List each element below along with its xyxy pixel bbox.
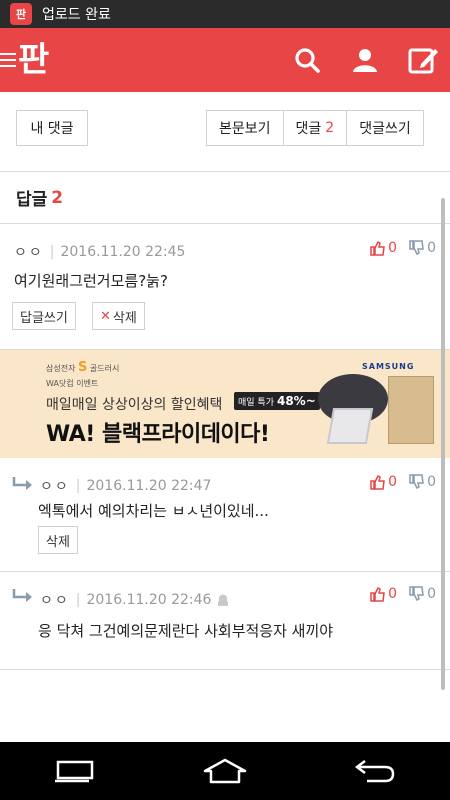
upvote-button[interactable]: 0 — [370, 586, 397, 602]
search-icon[interactable] — [292, 45, 322, 75]
user-icon[interactable] — [350, 45, 380, 75]
meta-separator: | — [75, 592, 81, 608]
view-button-group: 본문보기 댓글 2 댓글쓰기 — [206, 110, 424, 146]
thumbs-down-icon — [409, 586, 424, 602]
ad-discount-value: 48%~ — [276, 394, 316, 408]
upvote-count: 0 — [388, 474, 398, 490]
meta-separator: | — [49, 244, 55, 260]
app-bar: 판 — [0, 28, 450, 92]
reply-item: ㅇㅇ | 2016.11.20 22:47 0 0 엑톡에서 예의차리는 ㅂㅅ년… — [0, 458, 450, 572]
downvote-button[interactable]: 0 — [409, 240, 436, 256]
comment-author: ㅇㅇ — [40, 593, 70, 609]
comment-toolbar: 내 댓글 본문보기 댓글 2 댓글쓰기 — [0, 92, 450, 172]
comment-text: 여기원래그런거모름?눍? — [14, 272, 168, 290]
samsung-logo: SAMSUNG — [362, 362, 415, 371]
comments-count: 2 — [325, 120, 335, 136]
downvote-button[interactable]: 0 — [409, 474, 436, 490]
comments-label: 댓글 — [295, 121, 322, 137]
delete-x-icon: ✕ — [100, 308, 111, 324]
ad-headline: 매일매일 상상이상의 할인혜택 — [46, 397, 223, 413]
ad-product-battery — [388, 376, 434, 444]
comment-meta: ㅇㅇ | 2016.11.20 22:47 — [40, 476, 211, 496]
upvote-button[interactable]: 0 — [370, 474, 397, 490]
comment-timestamp: 2016.11.20 22:47 — [86, 478, 212, 494]
ad-brand-name: 삼성전자 — [46, 364, 76, 373]
thumbs-down-icon — [409, 240, 424, 256]
mobile-device-icon — [218, 594, 229, 606]
ad-brand-suffix: 골드러시 — [89, 364, 120, 373]
replies-heading: 답글 2 — [0, 172, 450, 224]
write-comment-button[interactable]: 댓글쓰기 — [346, 111, 423, 145]
comment-meta: ㅇㅇ | 2016.11.20 22:45 — [14, 242, 185, 262]
reply-button[interactable]: 답글쓰기 — [12, 302, 76, 330]
vote-group: 0 0 — [370, 240, 436, 256]
reply-item: ㅇㅇ | 2016.11.20 22:46 0 0 응 닥쳐 그건예의문제란다 … — [0, 572, 450, 670]
my-comments-button[interactable]: 내 댓글 — [16, 110, 88, 146]
comment-timestamp: 2016.11.20 22:45 — [60, 244, 186, 260]
thumbs-down-icon — [409, 474, 424, 490]
downvote-count: 0 — [427, 474, 436, 490]
delete-label: 삭제 — [112, 310, 137, 326]
app-notification-icon: 판 — [10, 3, 32, 25]
comment-meta: ㅇㅇ | 2016.11.20 22:46 — [40, 590, 229, 610]
comment-item: ㅇㅇ | 2016.11.20 22:45 0 0 여기원래그런거모름?눍? 답… — [0, 224, 450, 350]
scrollbar[interactable] — [441, 198, 445, 690]
comment-timestamp: 2016.11.20 22:46 — [86, 592, 212, 608]
replies-count: 2 — [51, 187, 64, 208]
replies-title: 답글 — [16, 190, 48, 210]
downvote-button[interactable]: 0 — [409, 586, 436, 602]
comment-author: ㅇㅇ — [40, 479, 70, 495]
ad-brand: 삼성전자 S 골드러시 — [46, 360, 119, 375]
recent-apps-icon[interactable] — [45, 751, 105, 791]
notification-text: 업로드 완료 — [42, 7, 111, 23]
upvote-count: 0 — [388, 240, 398, 256]
vote-group: 0 0 — [370, 474, 436, 490]
ad-product-phone — [326, 408, 374, 444]
downvote-count: 0 — [427, 240, 436, 256]
system-nav-bar — [0, 742, 450, 800]
meta-separator: | — [75, 478, 81, 494]
delete-button[interactable]: 삭제 — [38, 526, 78, 554]
ad-event-label: WA닷컴 이벤트 — [46, 379, 99, 388]
ad-title: WA! 블랙프라이데이다! — [46, 422, 270, 447]
vote-group: 0 0 — [370, 586, 436, 602]
home-icon[interactable] — [195, 751, 255, 791]
view-article-button[interactable]: 본문보기 — [207, 111, 283, 145]
delete-button[interactable]: ✕ 삭제 — [92, 302, 145, 330]
comment-text: 응 닥쳐 그건예의문제란다 사회부적응자 새끼야 — [38, 622, 334, 640]
status-bar: 판 업로드 완료 — [0, 0, 450, 28]
ad-banner[interactable]: 삼성전자 S 골드러시 WA닷컴 이벤트 매일매일 상상이상의 할인혜택 WA!… — [0, 350, 450, 458]
upvote-count: 0 — [388, 586, 398, 602]
app-logo[interactable]: 판 — [18, 43, 49, 77]
ad-discount-badge: 매일 특가 48%~ — [234, 392, 320, 410]
menu-icon[interactable] — [0, 53, 16, 67]
thumbs-up-icon — [370, 474, 386, 490]
downvote-count: 0 — [427, 586, 436, 602]
reply-arrow-icon — [12, 477, 32, 490]
upvote-button[interactable]: 0 — [370, 240, 397, 256]
comments-button[interactable]: 댓글 2 — [282, 111, 347, 145]
edit-icon[interactable] — [408, 45, 438, 75]
ad-brand-highlight: S — [78, 360, 88, 375]
thumbs-up-icon — [370, 240, 386, 256]
ad-discount-prefix: 매일 특가 — [238, 397, 274, 408]
back-icon[interactable] — [345, 751, 405, 791]
comment-text: 엑톡에서 예의차리는 ㅂㅅ년이있네... — [38, 502, 269, 520]
reply-arrow-icon — [12, 589, 32, 602]
comment-author: ㅇㅇ — [14, 245, 44, 261]
thumbs-up-icon — [370, 586, 386, 602]
